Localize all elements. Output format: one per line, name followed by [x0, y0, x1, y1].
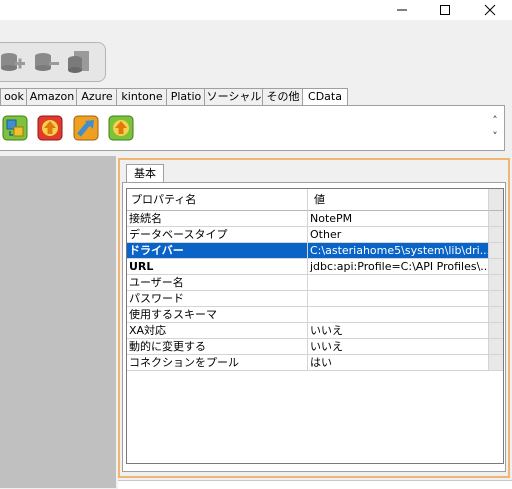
table-row[interactable]: ユーザー名	[127, 275, 503, 291]
property-value[interactable]: はい	[308, 355, 489, 371]
title-bar	[0, 0, 512, 20]
table-row[interactable]: 接続名 NotePM	[127, 211, 503, 227]
db-remove-icon[interactable]	[34, 49, 60, 75]
tab-kintone[interactable]: kintone	[116, 88, 168, 105]
property-name: 使用するスキーマ	[127, 307, 308, 323]
column-header-property-name[interactable]: プロパティ名	[127, 189, 308, 211]
table-row[interactable]: 使用するスキーマ	[127, 307, 503, 323]
property-value[interactable]: いいえ	[308, 323, 489, 339]
tab-platio[interactable]: Platio	[166, 88, 206, 105]
property-value[interactable]: NotePM	[308, 211, 489, 227]
column-header-end	[489, 189, 503, 211]
row-end-cell	[489, 259, 503, 275]
properties-panel: 基本 プロパティ名 値 接続名 NotePM データベースタイプ Other ド…	[118, 158, 510, 478]
property-name: 接続名	[127, 211, 308, 227]
property-name: ドライバー	[127, 243, 308, 259]
row-end-cell	[489, 275, 503, 291]
tab-basic[interactable]: 基本	[126, 164, 164, 182]
component-palette: ˄ ˅	[0, 105, 505, 151]
cdata-execute-icon[interactable]	[108, 115, 134, 141]
flow-canvas[interactable]	[0, 156, 116, 488]
maximize-icon	[440, 5, 450, 15]
table-row[interactable]: コネクションをプール はい	[127, 355, 503, 371]
tab-azure[interactable]: Azure	[76, 88, 118, 105]
close-button[interactable]	[472, 0, 508, 20]
property-value[interactable]	[308, 275, 489, 291]
palette-scroll-up-icon[interactable]: ˄	[489, 114, 501, 128]
property-name: URL	[127, 259, 308, 275]
property-value[interactable]: jdbc:api:Profile=C:\API Profiles\...	[308, 259, 489, 275]
property-name: ユーザー名	[127, 275, 308, 291]
tab-ook[interactable]: ook	[0, 88, 28, 105]
property-name: コネクションをプール	[127, 355, 308, 371]
row-end-cell	[489, 291, 503, 307]
tab-cdata[interactable]: CData	[302, 88, 348, 106]
minimize-button[interactable]	[384, 0, 420, 20]
table-row[interactable]: パスワード	[127, 291, 503, 307]
adapter-tab-strip: ook Amazon Azure kintone Platio ソーシャル その…	[0, 88, 348, 106]
property-value[interactable]: C:\asteriahome5\system\lib\dri...	[308, 243, 489, 259]
database-toolbar	[0, 42, 106, 82]
table-row[interactable]: データベースタイプ Other	[127, 227, 503, 243]
db-add-icon[interactable]	[0, 49, 26, 75]
row-end-cell	[489, 323, 503, 339]
cdata-connection-icon[interactable]	[2, 115, 28, 141]
tab-social[interactable]: ソーシャル	[204, 88, 264, 105]
maximize-button[interactable]	[427, 0, 463, 20]
row-end-cell	[489, 243, 503, 259]
row-end-cell	[489, 211, 503, 227]
row-end-cell	[489, 227, 503, 243]
property-grid: プロパティ名 値 接続名 NotePM データベースタイプ Other ドライバ…	[126, 188, 504, 464]
row-end-cell	[489, 355, 503, 371]
property-value[interactable]: Other	[308, 227, 489, 243]
properties-tab-body: プロパティ名 値 接続名 NotePM データベースタイプ Other ドライバ…	[122, 182, 506, 472]
column-header-value[interactable]: 値	[308, 189, 489, 211]
property-name: パスワード	[127, 291, 308, 307]
db-file-icon[interactable]	[66, 49, 92, 75]
minimize-icon	[397, 9, 407, 11]
table-row[interactable]: 動的に変更する いいえ	[127, 339, 503, 355]
property-value[interactable]	[308, 307, 489, 323]
table-row[interactable]: XA対応 いいえ	[127, 323, 503, 339]
property-name: 動的に変更する	[127, 339, 308, 355]
close-icon	[484, 4, 496, 16]
property-name: データベースタイプ	[127, 227, 308, 243]
row-end-cell	[489, 307, 503, 323]
row-end-cell	[489, 339, 503, 355]
cdata-put-icon[interactable]	[73, 115, 99, 141]
property-name: XA対応	[127, 323, 308, 339]
tab-amazon[interactable]: Amazon	[26, 88, 78, 105]
table-row[interactable]: URL jdbc:api:Profile=C:\API Profiles\...	[127, 259, 503, 275]
tab-other[interactable]: その他	[262, 88, 304, 105]
table-row-selected[interactable]: ドライバー C:\asteriahome5\system\lib\dri...	[127, 243, 503, 259]
cdata-get-icon[interactable]	[37, 115, 63, 141]
property-value[interactable]	[308, 291, 489, 307]
property-value[interactable]: いいえ	[308, 339, 489, 355]
palette-scroll-down-icon[interactable]: ˅	[489, 130, 501, 144]
